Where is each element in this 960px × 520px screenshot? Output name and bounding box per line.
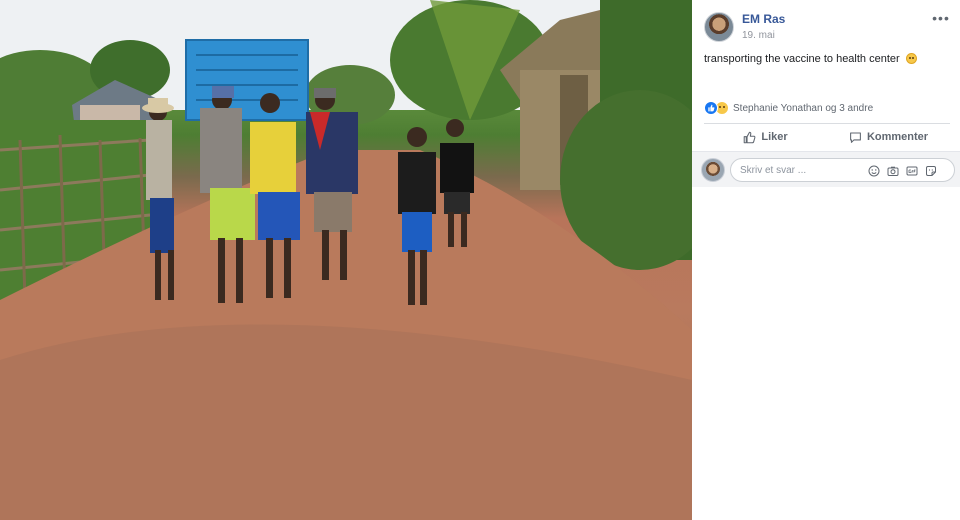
more-options-icon[interactable]: ••• (930, 11, 952, 28)
comment-tools (868, 164, 937, 178)
emoji-icon[interactable] (868, 164, 880, 177)
like-button-label: Liker (761, 131, 788, 143)
post-text-content: transporting the vaccine to health cente… (704, 53, 900, 65)
post-actions: Liker Kommenter (704, 126, 950, 148)
post-panel: EM Ras 19. mai ••• transporting the vacc… (692, 0, 960, 520)
post-photo[interactable] (0, 0, 692, 520)
reactions-summary[interactable]: Stephanie Yonathan og 3 andre (733, 103, 873, 114)
actions-divider (704, 123, 950, 124)
camera-icon[interactable] (887, 164, 899, 176)
sticker-icon[interactable] (925, 164, 937, 176)
author-avatar[interactable] (704, 12, 734, 42)
like-reaction-icon (704, 101, 718, 115)
post-text: transporting the vaccine to health cente… (704, 53, 950, 65)
post-header: EM Ras 19. mai ••• (702, 10, 952, 44)
post-date[interactable]: 19. mai (742, 30, 775, 41)
reactions-row[interactable]: Stephanie Yonathan og 3 andre (704, 100, 873, 116)
like-button[interactable]: Liker (704, 126, 827, 148)
comment-button-label: Kommenter (866, 131, 929, 143)
comment-icon (850, 132, 861, 143)
gif-icon[interactable] (906, 164, 918, 176)
comment-button[interactable]: Kommenter (827, 126, 950, 148)
photo-scene (0, 0, 692, 520)
thumbs-up-icon (744, 131, 756, 143)
comment-bar (692, 151, 960, 187)
sad-face-emoji-icon (905, 53, 917, 64)
current-user-avatar[interactable] (701, 158, 725, 182)
author-name[interactable]: EM Ras (742, 12, 785, 26)
